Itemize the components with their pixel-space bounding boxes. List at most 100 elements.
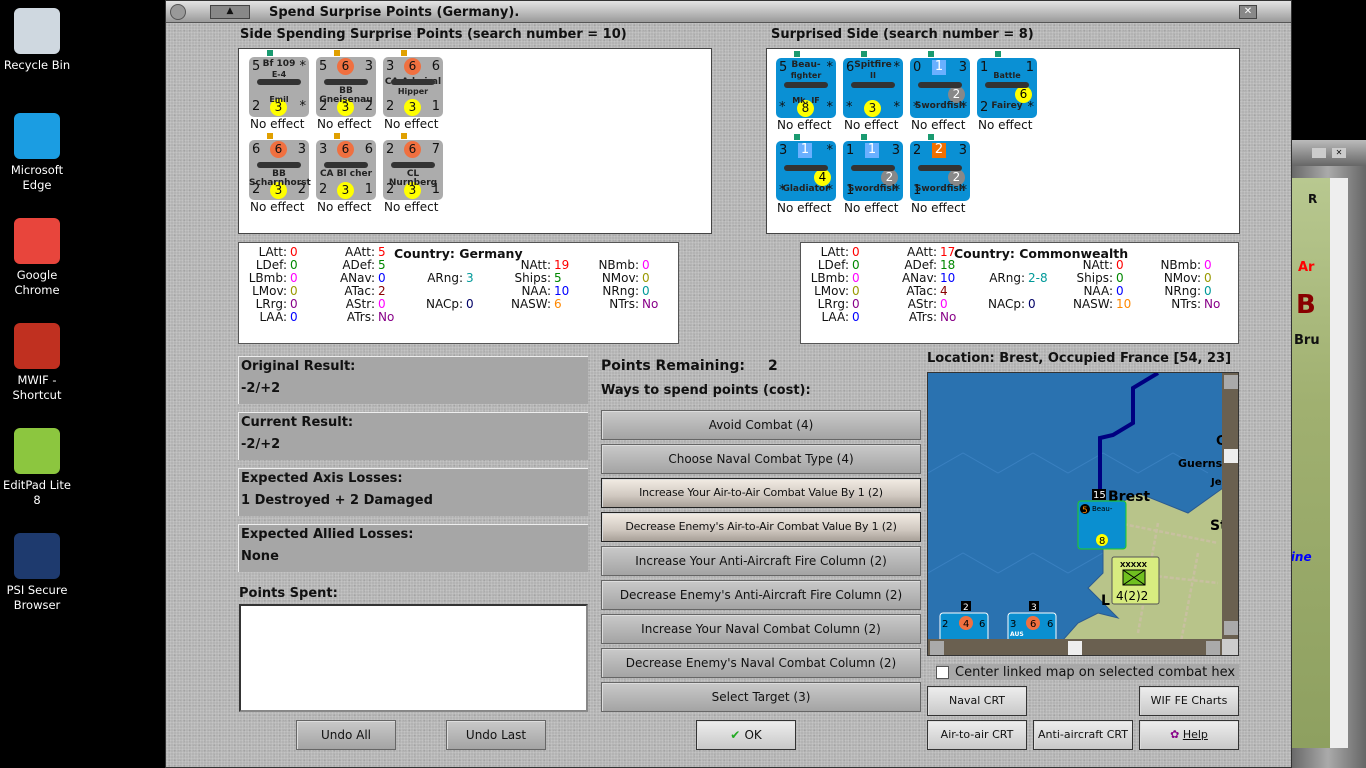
unit-counter[interactable]: 6 3 2 2 6 3 BB Scharnhorst	[249, 140, 311, 200]
desktop-icon[interactable]: PSI Secure Browser	[2, 533, 72, 613]
desktop-icon[interactable]: Recycle Bin	[2, 8, 72, 73]
stack-count: 15	[1093, 490, 1106, 501]
panel-value: 1 Destroyed + 2 Damaged	[241, 493, 433, 508]
unit-counter[interactable]: 3 * * * 1 4 Gladiator	[776, 141, 836, 201]
stat-value: 2-8	[1028, 271, 1048, 285]
unit-counter[interactable]: 5 * * * 8 Beau-fighter Mk. IF	[776, 58, 836, 118]
stat-cell: NTrs: No	[1153, 298, 1241, 311]
close-icon[interactable]: ✕	[1332, 148, 1346, 158]
minimize-icon[interactable]	[1312, 148, 1326, 158]
panel-label: Expected Axis Losses:	[241, 471, 403, 486]
desktop-icon[interactable]: MWIF - Shortcut	[2, 323, 72, 403]
stat-label: ATrs:	[346, 310, 375, 324]
map-label: R	[1308, 192, 1318, 206]
help-button[interactable]: ✿ Help	[1139, 720, 1239, 750]
unit-result: No effect	[250, 117, 305, 131]
scroll-left-button[interactable]	[930, 641, 944, 655]
spend-option-button[interactable]: Decrease Enemy's Air-to-Air Combat Value…	[601, 512, 921, 542]
checkmark-icon: ✔	[730, 728, 745, 742]
map-canvas[interactable]: Brest Guerns Je St C L 15 5 Beau- 8 XXXX…	[928, 373, 1239, 656]
unit-counter[interactable]: 362163CA AdmiralHipper	[383, 57, 443, 117]
scroll-thumb[interactable]	[1068, 641, 1082, 655]
wif-fe-charts-button[interactable]: WIF FE Charts	[1139, 686, 1239, 716]
unit-subname: Swordfish	[847, 184, 899, 194]
close-icon[interactable]: ✕	[1239, 5, 1257, 19]
spend-option-button[interactable]: Choose Naval Combat Type (4)	[601, 444, 921, 474]
unit-result: No effect	[250, 200, 305, 214]
range-value: 3	[891, 143, 900, 158]
spend-option-button[interactable]: Increase Your Naval Combat Column (2)	[601, 614, 921, 644]
stat-label: LAA:	[821, 310, 849, 324]
stat-label: ARng:	[989, 271, 1025, 285]
side-map[interactable]: R Ar B Bru Seine	[1274, 178, 1330, 748]
scroll-thumb[interactable]	[1224, 449, 1238, 463]
status-dot-icon	[928, 134, 934, 140]
unit-counter[interactable]: 1 3 1 * 1 2 Swordfish	[843, 141, 903, 201]
app-icon	[14, 113, 60, 159]
spending-side-header: Side Spending Surprise Points (search nu…	[240, 27, 627, 42]
horizontal-scrollbar[interactable]	[928, 639, 1239, 656]
unit-counter[interactable]: 2 7 2 1 6 3 CL Nurnberg	[383, 140, 443, 200]
vertical-scrollbar[interactable]	[1222, 373, 1239, 639]
desktop-icon[interactable]: Google Chrome	[2, 218, 72, 298]
system-menu-icon[interactable]	[170, 4, 186, 20]
stat-label: NACp:	[987, 297, 1025, 311]
unit-counter[interactable]: 2 3 1 * 2 2 Swordfish	[910, 141, 970, 201]
movement-value: *	[893, 100, 901, 115]
desktop-icon-label: MWIF - Shortcut	[12, 373, 62, 402]
unit-counter[interactable]: 5 3 2 2 6 3 BB Gneisenau	[316, 57, 376, 117]
anti-aircraft-crt-button[interactable]: Anti-aircraft CRT	[1033, 720, 1133, 750]
air-to-air-crt-button[interactable]: Air-to-air CRT	[927, 720, 1027, 750]
germany-stats: Country: Germany LAtt: 0 AAtt: 5 LDef: 0 ADef:…	[238, 242, 679, 344]
spend-option-button[interactable]: Decrease Enemy's Anti-Aircraft Fire Colu…	[601, 580, 921, 610]
unit-subname: Swordfish	[914, 101, 966, 111]
attack-value: 6	[252, 142, 261, 157]
range-value: 3	[364, 59, 373, 74]
undo-last-button[interactable]: Undo Last	[446, 720, 546, 750]
points-spent-label: Points Spent:	[239, 586, 338, 601]
spend-option-button[interactable]: Increase Your Anti-Aircraft Fire Column …	[601, 546, 921, 576]
unit-counter[interactable]: 5 * 2 * 3 Bf 109 E-4 Emil	[249, 57, 309, 117]
range-value: 3	[958, 143, 967, 158]
spend-option-button[interactable]: Select Target (3)	[601, 682, 921, 712]
range-value: 6	[431, 59, 440, 74]
spend-option-button[interactable]: Avoid Combat (4)	[601, 410, 921, 440]
attack-value: 3	[386, 59, 395, 74]
side-map-scrollbar[interactable]	[1330, 178, 1348, 748]
points-spent-list[interactable]	[239, 604, 588, 712]
stat-value: No	[378, 310, 395, 324]
stat-cell	[415, 311, 503, 324]
spend-option-button[interactable]: Decrease Enemy's Naval Combat Column (2)	[601, 648, 921, 678]
dialog-titlebar[interactable]: ▲ Spend Surprise Points (Germany). ✕	[166, 1, 1291, 23]
naval-crt-button[interactable]: Naval CRT	[927, 686, 1027, 716]
rollup-icon[interactable]: ▲	[210, 5, 250, 19]
unit-silhouette-icon	[391, 162, 435, 168]
svg-text:4: 4	[963, 619, 969, 630]
panel-label: Current Result:	[241, 415, 354, 430]
unit-counter[interactable]: 6 * * * 3 Spitfire II	[843, 58, 903, 118]
unit-counter[interactable]: 3 6 2 1 6 3 CA Bl cher	[316, 140, 376, 200]
spend-option-button[interactable]: Increase Your Air-to-Air Combat Value By…	[601, 478, 921, 508]
combat-hex-map[interactable]: Brest Guerns Je St C L 15 5 Beau- 8 XXXX…	[927, 372, 1239, 656]
desktop-icon[interactable]: Microsoft Edge	[2, 113, 72, 193]
unit-silhouette-icon	[257, 162, 301, 168]
undo-all-button[interactable]: Undo All	[296, 720, 396, 750]
center-map-checkbox[interactable]	[936, 665, 949, 679]
strength-badge: 6	[404, 58, 421, 75]
unit-subname: Hipper	[397, 87, 429, 96]
scroll-right-button[interactable]	[1206, 641, 1220, 655]
ok-button[interactable]: ✔ OK	[696, 720, 796, 750]
unit-counter[interactable]: 1 1 2 * 6 Battle Fairey	[977, 58, 1037, 118]
stack-count: 2	[963, 603, 969, 613]
axis-losses-panel: Expected Axis Losses: 1 Destroyed + 2 Dam…	[238, 468, 588, 516]
map-unit-beaufighter[interactable]: 5 Beau- 8	[1077, 500, 1127, 550]
status-dot-icon	[995, 51, 1001, 57]
app-icon	[14, 533, 60, 579]
factor-badge: 3	[337, 182, 354, 199]
desktop-icon[interactable]: EditPad Lite 8	[2, 428, 72, 508]
unit-counter[interactable]: 0 3 * * 1 2 Swordfish	[910, 58, 970, 118]
scroll-up-button[interactable]	[1224, 375, 1238, 389]
scroll-down-button[interactable]	[1224, 621, 1238, 635]
center-map-checkbox-row[interactable]: Center linked map on selected combat hex	[936, 664, 1239, 680]
map-unit-army[interactable]: XXXXX 4(2)2	[1111, 556, 1160, 605]
